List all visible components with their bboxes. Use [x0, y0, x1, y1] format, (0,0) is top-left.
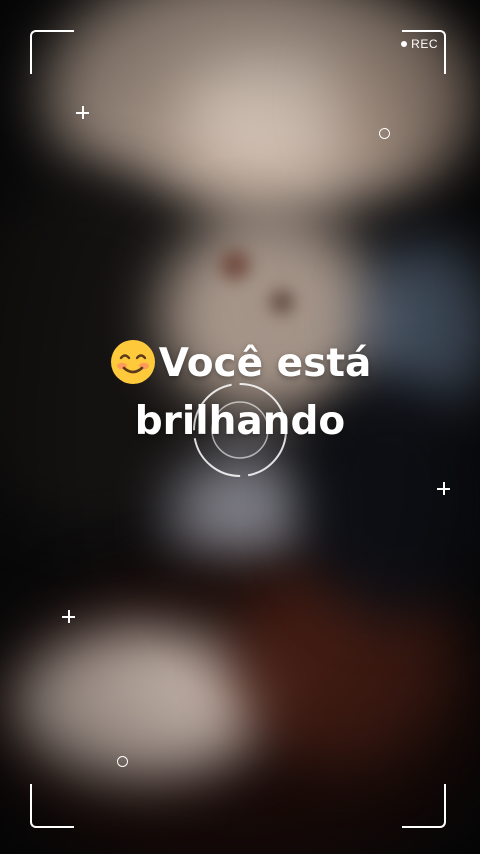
camera-screen: REC Você está brilhando	[0, 0, 480, 854]
caption-line-2: brilhando	[134, 399, 346, 444]
crosshair-plus-icon	[76, 106, 89, 119]
viewfinder-corner-bottom-right	[402, 784, 446, 828]
rec-indicator: REC	[401, 37, 438, 51]
circle-marker-icon	[117, 756, 128, 767]
crosshair-plus-icon	[62, 610, 75, 623]
caption-line-1-text: Você está	[158, 341, 372, 386]
smiling-face-icon	[110, 339, 155, 384]
viewfinder-corner-top-left	[30, 30, 74, 74]
crosshair-plus-icon	[437, 482, 450, 495]
viewfinder-corner-bottom-left	[30, 784, 74, 828]
caption-line-1: Você está	[0, 335, 480, 393]
record-dot-icon	[401, 41, 408, 47]
caption-text: Você está brilhando	[0, 335, 480, 451]
rec-label: REC	[411, 37, 438, 51]
circle-marker-icon	[379, 128, 390, 139]
